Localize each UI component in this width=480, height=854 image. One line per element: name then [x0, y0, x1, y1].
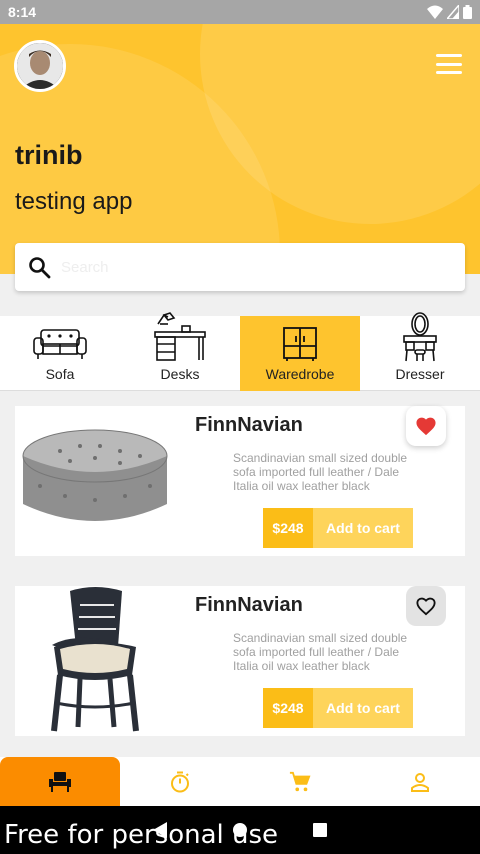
desk-icon — [154, 312, 206, 361]
profile-header: trinib testing app — [0, 24, 480, 274]
chair-icon — [49, 771, 71, 792]
cart-row: $248 Add to cart — [263, 688, 413, 728]
bottom-navigation — [0, 757, 480, 806]
sofa-icon — [33, 329, 87, 359]
chair-image — [15, 586, 175, 736]
timer-icon — [171, 771, 189, 792]
product-description: Scandinavian small sized double sofa imp… — [233, 631, 408, 673]
ottoman-image — [15, 406, 175, 556]
category-sofa[interactable]: Sofa — [0, 316, 120, 391]
product-description: Scandinavian small sized double sofa imp… — [233, 451, 408, 493]
username: trinib — [15, 140, 83, 170]
price-tag: $248 — [263, 508, 313, 548]
heart-outline-icon — [416, 597, 436, 616]
category-label: Desks — [160, 366, 200, 382]
favorite-button[interactable] — [406, 406, 446, 446]
favorite-button[interactable] — [406, 586, 446, 626]
avatar[interactable] — [14, 40, 66, 92]
recents-button[interactable] — [280, 823, 360, 837]
watermark-text: Free for personal use — [4, 820, 279, 850]
signal-icon — [447, 5, 459, 19]
category-bar: Sofa Desks Waredrobe Dresser — [0, 312, 480, 391]
recents-icon — [313, 823, 327, 837]
cart-icon — [289, 771, 311, 791]
wardrobe-icon — [283, 327, 317, 361]
menu-button[interactable] — [436, 54, 462, 74]
category-label: Waredrobe — [265, 366, 335, 382]
nav-profile[interactable] — [360, 757, 480, 806]
add-to-cart-button[interactable]: Add to cart — [313, 508, 413, 548]
menu-line — [436, 71, 462, 74]
search-icon — [29, 257, 51, 279]
category-desks[interactable]: Desks — [120, 312, 240, 391]
heart-filled-icon — [416, 417, 436, 436]
status-time: 8:14 — [8, 4, 37, 20]
dresser-icon — [403, 312, 437, 362]
search-bar[interactable] — [15, 243, 465, 291]
search-input[interactable] — [61, 258, 441, 276]
price-tag: $248 — [263, 688, 313, 728]
menu-line — [436, 54, 462, 57]
nav-cart[interactable] — [240, 757, 360, 806]
wifi-icon — [427, 5, 443, 19]
person-icon — [411, 772, 429, 792]
product-card[interactable]: FinnNavian Scandinavian small sized doub… — [15, 586, 465, 736]
product-title: FinnNavian — [195, 594, 303, 616]
app-subtitle: testing app — [15, 188, 133, 215]
category-dresser[interactable]: Dresser — [360, 312, 480, 391]
category-label: Dresser — [395, 366, 445, 382]
battery-icon — [463, 5, 472, 19]
menu-line — [436, 62, 462, 66]
product-card[interactable]: FinnNavian Scandinavian small sized doub… — [15, 406, 465, 556]
nav-home[interactable] — [0, 757, 120, 806]
add-to-cart-button[interactable]: Add to cart — [313, 688, 413, 728]
status-icons — [427, 5, 472, 19]
category-label: Sofa — [45, 366, 75, 382]
status-bar: 8:14 — [0, 0, 480, 24]
cart-row: $248 Add to cart — [263, 508, 413, 548]
nav-history[interactable] — [120, 757, 240, 806]
category-wardrobe[interactable]: Waredrobe — [240, 316, 360, 391]
product-title: FinnNavian — [195, 414, 303, 436]
